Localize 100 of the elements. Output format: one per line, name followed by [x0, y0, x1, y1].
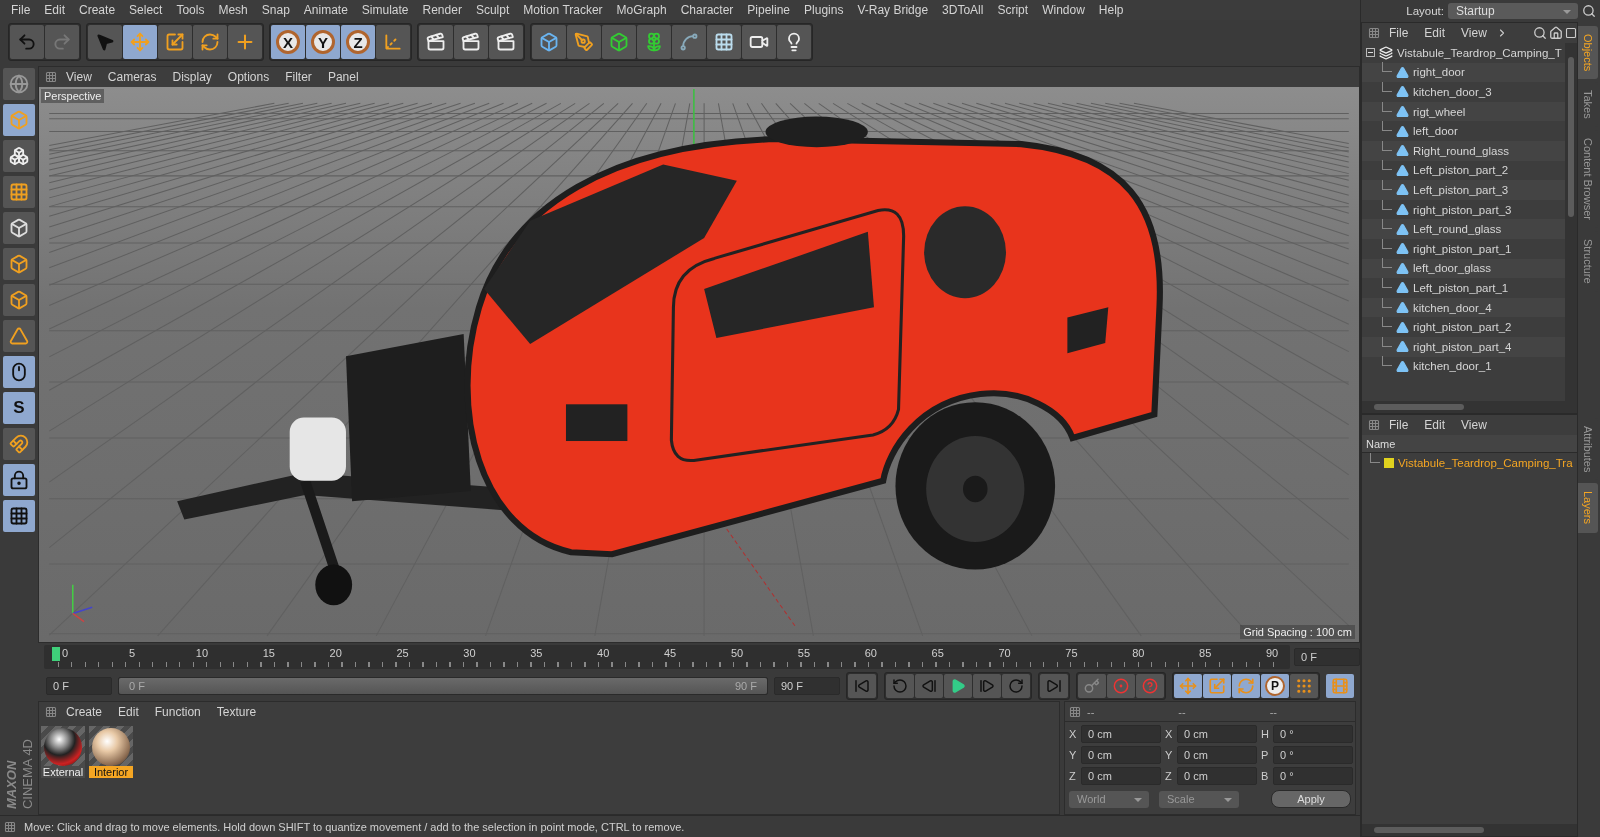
light-button[interactable] [777, 25, 811, 59]
coordinate-field[interactable]: 0 ° [1273, 746, 1353, 764]
apply-button[interactable]: Apply [1271, 790, 1351, 808]
tool-button[interactable] [228, 25, 262, 59]
menu-item[interactable]: Character [673, 3, 741, 17]
menu-item[interactable]: Texture [209, 705, 264, 719]
layout-dropdown[interactable]: Startup [1448, 3, 1578, 19]
start-frame-field[interactable]: 0 F [46, 677, 112, 695]
menu-item[interactable]: File [4, 3, 38, 17]
make-editable-button[interactable] [3, 68, 35, 100]
menu-item[interactable]: View [1454, 418, 1494, 432]
render-button[interactable] [419, 25, 453, 59]
key-button[interactable] [1078, 674, 1106, 698]
coordinate-field[interactable]: 0 cm [1177, 725, 1257, 743]
coordinate-field[interactable]: 0 ° [1273, 725, 1353, 743]
menu-item[interactable]: Create [72, 3, 123, 17]
coordinate-field[interactable]: 0 cm [1081, 746, 1161, 764]
menu-item[interactable]: Script [990, 3, 1036, 17]
next-key-button[interactable] [1002, 674, 1030, 698]
previous-key-button[interactable] [886, 674, 914, 698]
coordinate-field[interactable]: 0 cm [1177, 767, 1257, 785]
cube-button[interactable] [532, 25, 566, 59]
camera-button[interactable] [742, 25, 776, 59]
tweak-button[interactable] [3, 356, 35, 388]
menu-item[interactable]: Select [122, 3, 170, 17]
menu-item[interactable]: Render [415, 3, 469, 17]
edges-mode-button[interactable] [3, 248, 35, 280]
next-frame-button[interactable] [973, 674, 1001, 698]
lock-grid-button[interactable] [3, 464, 35, 496]
material-item[interactable]: External [41, 726, 85, 778]
menu-item[interactable]: Edit [111, 705, 146, 719]
menu-item[interactable]: Pipeline [740, 3, 798, 17]
deformer-button[interactable] [672, 25, 706, 59]
menu-item[interactable]: Tools [169, 3, 212, 17]
menu-item[interactable]: Animate [296, 3, 355, 17]
workplane-button[interactable] [3, 176, 35, 208]
snap-button[interactable]: S [3, 392, 35, 424]
object-name[interactable]: right_piston_part_3 [1413, 203, 1512, 216]
menu-item[interactable]: Simulate [354, 3, 416, 17]
subdivision-button[interactable] [602, 25, 636, 59]
coordinate-field[interactable]: 0 cm [1177, 746, 1257, 764]
material-item[interactable]: Interior [89, 726, 133, 778]
side-tab[interactable]: Objects [1578, 26, 1598, 80]
points-mode-button[interactable] [3, 212, 35, 244]
object-name[interactable]: kitchen_door_3 [1413, 86, 1492, 98]
pen-button[interactable] [567, 25, 601, 59]
object-name[interactable]: right_piston_part_2 [1413, 321, 1512, 334]
key-filter-button[interactable]: P [1261, 674, 1289, 698]
key-filter-button[interactable] [1290, 674, 1318, 698]
object-name[interactable]: left_door [1413, 125, 1458, 138]
menu-item[interactable]: 3DToAll [935, 3, 991, 17]
object-name[interactable]: right_piston_part_1 [1413, 242, 1512, 255]
menu-item[interactable]: Options [220, 70, 277, 84]
menu-item[interactable]: File [1382, 418, 1416, 432]
menu-item[interactable]: View [59, 70, 99, 84]
play-button[interactable] [944, 674, 972, 698]
menu-item[interactable]: Plugins [797, 3, 851, 17]
axis-lock-button[interactable]: Z [341, 25, 375, 59]
layer-name[interactable]: Vistabule_Teardrop_Camping_Tra [1398, 456, 1573, 469]
menu-item[interactable]: File [1382, 26, 1416, 40]
axis-lock-button[interactable]: X [271, 25, 305, 59]
coordinate-system-button[interactable] [376, 25, 410, 59]
object-name[interactable]: right_door [1413, 66, 1465, 79]
object-name[interactable]: Left_piston_part_1 [1413, 281, 1509, 294]
tool-button[interactable] [158, 25, 192, 59]
menu-item[interactable]: Sculpt [468, 3, 517, 17]
menu-item[interactable]: Edit [1417, 26, 1453, 40]
texture-mode-button[interactable] [3, 140, 35, 172]
current-frame-field[interactable]: 0 F [1294, 648, 1360, 666]
menu-item[interactable]: Window [1035, 3, 1092, 17]
render-button[interactable] [454, 25, 488, 59]
horizontal-scrollbar[interactable] [1362, 401, 1577, 413]
coordinate-field[interactable]: 0 ° [1273, 767, 1353, 785]
record-button[interactable] [1107, 674, 1135, 698]
menu-item[interactable]: MoGraph [609, 3, 674, 17]
menu-item[interactable]: Edit [37, 3, 73, 17]
menu-item[interactable]: Motion Tracker [516, 3, 610, 17]
menu-item[interactable]: Mesh [211, 3, 255, 17]
menu-item[interactable]: View [1454, 26, 1494, 40]
object-name[interactable]: rigt_wheel [1413, 105, 1466, 118]
magnet-button[interactable] [3, 428, 35, 460]
render-button[interactable] [489, 25, 523, 59]
tool-button[interactable] [88, 25, 122, 59]
collapse-icon[interactable] [1366, 48, 1375, 58]
previous-frame-button[interactable] [915, 674, 943, 698]
menu-item[interactable]: Filter [278, 70, 319, 84]
tool-button[interactable] [193, 25, 227, 59]
end-frame-field[interactable]: 90 F [774, 677, 840, 695]
axis-lock-button[interactable]: Y [306, 25, 340, 59]
menu-item[interactable]: Cameras [100, 70, 164, 84]
side-tab[interactable]: Layers [1578, 483, 1598, 533]
menu-item[interactable]: Panel [320, 70, 366, 84]
menu-item[interactable]: Edit [1417, 418, 1453, 432]
object-name[interactable]: Vistabule_Teardrop_Camping_T [1397, 46, 1562, 59]
coordinate-field[interactable]: 0 cm [1081, 725, 1161, 743]
menu-item[interactable]: Help [1091, 3, 1131, 17]
menu-item[interactable]: Function [147, 705, 208, 719]
cloner-button[interactable] [637, 25, 671, 59]
vertical-scrollbar[interactable] [1565, 43, 1577, 401]
axis-mode-button[interactable] [3, 320, 35, 352]
